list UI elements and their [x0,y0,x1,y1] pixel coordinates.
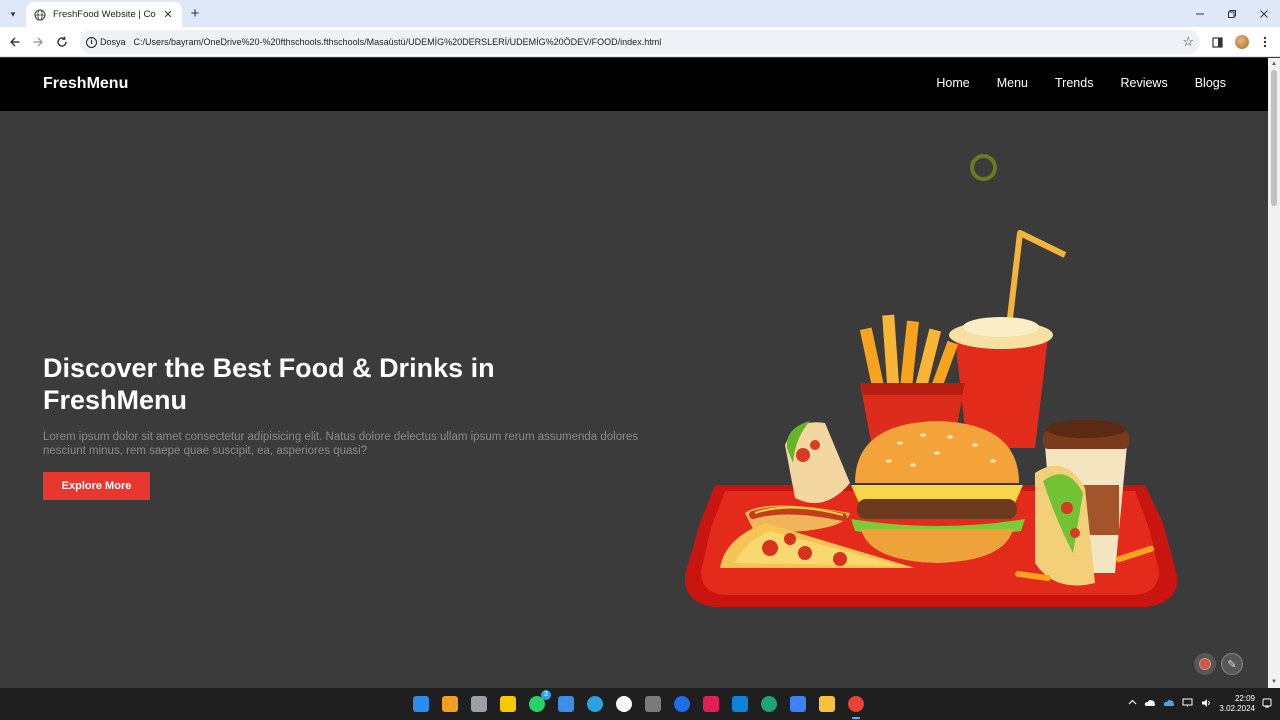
site-logo[interactable]: FreshMenu [43,75,128,93]
pen-icon[interactable]: ✎ [1221,653,1243,675]
hero-description: Lorem ipsum dolor sit amet consectetur a… [43,431,639,457]
chrome-icon-glyph [848,696,864,712]
telegram-icon[interactable] [584,693,606,715]
bookmark-star-icon[interactable]: ☆ [1182,34,1194,50]
file-editor-icon[interactable] [555,693,577,715]
telegram-icon-glyph [587,696,603,712]
store-icon-glyph [790,696,806,712]
nav-blogs[interactable]: Blogs [1195,76,1226,90]
explore-more-button[interactable]: Explore More [43,472,150,500]
forward-arrow-icon[interactable] [29,33,47,51]
profile-avatar[interactable] [1234,33,1250,51]
browser-tab-bar: ▾ FreshFood Website | Code Me... ✕ + [0,0,1280,27]
address-bar[interactable]: i Dosya C:/Users/bayram/OneDrive%20-%20f… [80,30,1200,54]
side-panel-icon[interactable] [1209,33,1225,51]
back-arrow-icon[interactable] [6,33,24,51]
new-tab-button[interactable]: + [186,5,204,23]
minimize-icon[interactable] [1184,0,1216,27]
tab-title: FreshFood Website | Code Me... [53,9,156,20]
git-icon[interactable] [642,693,664,715]
page-scrollbar[interactable]: ▲ ▼ [1268,58,1280,688]
onedrive-icon[interactable] [1163,699,1175,710]
github-icon-glyph [616,696,632,712]
weather-icon[interactable] [439,693,461,715]
windows-start-icon[interactable] [410,693,432,715]
git-icon-glyph [645,696,661,712]
restore-icon[interactable] [1216,0,1248,27]
fast-food-tray-illustration [684,230,1178,607]
avatar [1235,35,1249,49]
tab-close-icon[interactable]: ✕ [161,8,175,21]
os-taskbar: 3 22:09 3.02.2024 [0,688,1280,720]
loading-spinner-icon [970,154,997,181]
record-button[interactable] [1194,653,1216,675]
scroll-down-icon[interactable]: ▼ [1270,678,1278,686]
hero-title: Discover the Best Food & Drinks in Fresh… [43,353,495,415]
browser-menu-icon[interactable] [1258,33,1272,51]
task-view-icon-glyph [471,696,487,712]
record-icon [1199,658,1211,670]
system-tray: 22:09 3.02.2024 [1128,688,1272,720]
main-menu: Home Menu Trends Reviews Blogs [936,76,1226,90]
system-clock[interactable]: 22:09 3.02.2024 [1219,694,1255,714]
site-info-label: Dosya [100,37,126,47]
slack-icon-glyph [703,696,719,712]
task-view-icon[interactable] [468,693,490,715]
sticky-notes-icon[interactable] [497,693,519,715]
nav-home[interactable]: Home [936,76,969,90]
file-explorer-icon[interactable] [816,693,838,715]
vscode-icon[interactable] [729,693,751,715]
file-explorer-icon-glyph [819,696,835,712]
taskbar-apps: 3 [410,690,867,719]
file-editor-icon-glyph [558,696,574,712]
store-icon[interactable] [787,693,809,715]
scroll-up-icon[interactable]: ▲ [1270,60,1278,68]
slack-icon[interactable] [700,693,722,715]
nav-trends[interactable]: Trends [1055,76,1093,90]
sticky-notes-icon-glyph [500,696,516,712]
browser-tab-active[interactable]: FreshFood Website | Code Me... ✕ [26,2,182,27]
volume-icon[interactable] [1201,698,1212,711]
nav-menu[interactable]: Menu [997,76,1028,90]
info-icon: i [86,36,97,48]
browser-toolbar: i Dosya C:/Users/bayram/OneDrive%20-%20f… [0,27,1280,57]
chat-icon[interactable] [671,693,693,715]
scroll-thumb[interactable] [1271,70,1277,206]
chat-icon-glyph [674,696,690,712]
edge-icon[interactable] [758,693,780,715]
clock-time: 22:09 [1234,694,1255,703]
edge-icon-glyph [761,696,777,712]
reload-icon[interactable] [53,33,71,51]
site-info-chip[interactable]: i Dosya [86,36,134,48]
chrome-icon[interactable] [845,693,867,719]
globe-icon [33,8,47,22]
window-controls [1184,0,1280,27]
nav-reviews[interactable]: Reviews [1120,76,1167,90]
github-icon[interactable] [613,693,635,715]
network-icon[interactable] [1182,698,1194,711]
url-text: C:/Users/bayram/OneDrive%20-%20fthschool… [133,37,662,47]
page-viewport: FreshMenu Home Menu Trends Reviews Blogs… [0,58,1268,688]
notifications-icon[interactable] [1262,698,1272,711]
cloud-icon[interactable] [1144,699,1156,710]
site-navbar: FreshMenu Home Menu Trends Reviews Blogs [0,58,1268,111]
whatsapp-icon[interactable]: 3 [526,690,551,715]
weather-icon-glyph [442,696,458,712]
windows-start-icon-glyph [413,696,429,712]
notification-badge: 3 [541,690,551,700]
close-window-icon[interactable] [1248,0,1280,27]
tray-expand-icon[interactable] [1128,698,1137,710]
vscode-icon-glyph [732,696,748,712]
tab-search-chevron-icon[interactable]: ▾ [4,5,22,23]
clock-date: 3.02.2024 [1219,704,1255,713]
